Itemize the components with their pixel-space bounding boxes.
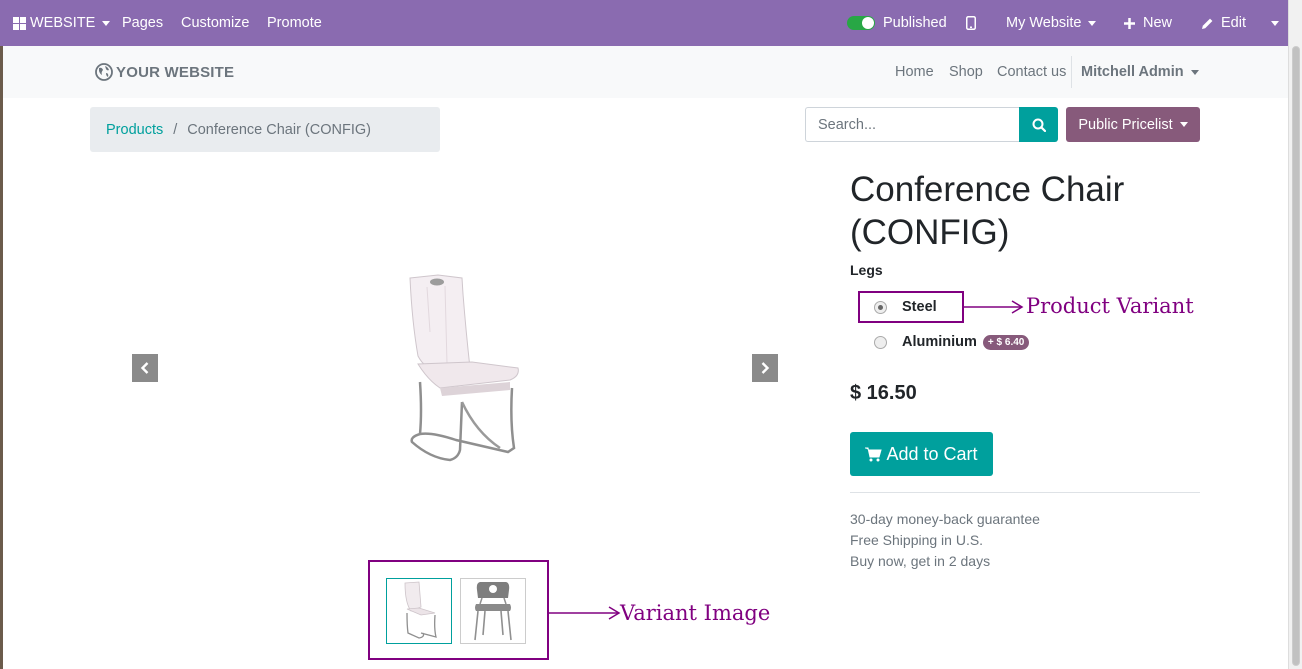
chevron-down-icon <box>1271 20 1279 26</box>
variant-thumbnails <box>368 560 549 660</box>
variant-option-steel[interactable]: Steel <box>874 297 937 317</box>
window-edge <box>0 0 3 669</box>
thumbnail-white-chair[interactable] <box>386 578 452 644</box>
breadcrumb-separator: / <box>173 121 178 138</box>
info-guarantee: 30-day money-back guarantee <box>850 511 1040 527</box>
chair-thumbnail-image <box>474 582 512 641</box>
chevron-down-icon <box>1190 69 1199 75</box>
attribute-label: Legs <box>850 262 883 278</box>
product-main-image <box>409 274 519 462</box>
nav-contact[interactable]: Contact us <box>997 46 1066 98</box>
more-menu[interactable] <box>1264 0 1279 46</box>
product-image-carousel <box>132 180 778 550</box>
search-input[interactable] <box>805 107 1020 142</box>
info-shipping: Free Shipping in U.S. <box>850 532 984 548</box>
chevron-right-icon <box>761 362 770 374</box>
logo-text: YOUR WEBSITE <box>116 63 235 81</box>
admin-topbar: WEBSITE Pages Customize Promote Publishe… <box>0 0 1288 46</box>
pages-menu[interactable]: Pages <box>122 0 163 46</box>
my-website-label: My Website <box>1006 15 1082 31</box>
add-to-cart-button[interactable]: Add to Cart <box>850 432 993 476</box>
new-label: New <box>1143 15 1173 31</box>
breadcrumb-products-link[interactable]: Products <box>106 122 163 138</box>
mobile-preview-button[interactable] <box>966 0 976 46</box>
website-menu-label: WEBSITE <box>30 15 96 31</box>
nav-divider <box>1071 56 1072 88</box>
divider <box>850 492 1200 493</box>
variant-option-label: Steel <box>902 299 937 315</box>
product-title-line-1: Conference Chair <box>850 170 1125 209</box>
product-price: $ 16.50 <box>850 382 917 404</box>
promote-menu[interactable]: Promote <box>267 0 322 46</box>
my-website-menu[interactable]: My Website <box>1006 0 1097 46</box>
user-name: Mitchell Admin <box>1081 64 1184 80</box>
plus-icon <box>1124 17 1135 29</box>
chevron-down-icon <box>1179 122 1188 127</box>
cart-icon <box>865 447 883 461</box>
carousel-prev-button[interactable] <box>132 354 158 382</box>
breadcrumb: Products / Conference Chair (CONFIG) <box>90 107 440 152</box>
pencil-icon <box>1202 18 1213 29</box>
search-button[interactable] <box>1019 107 1058 142</box>
nav-home[interactable]: Home <box>895 46 934 98</box>
annotation-product-variant: Product Variant <box>1026 294 1194 318</box>
radio-checked[interactable] <box>874 300 887 314</box>
edit-button[interactable]: Edit <box>1201 0 1246 46</box>
pricelist-dropdown[interactable]: Public Pricelist <box>1066 107 1200 142</box>
mobile-icon <box>966 16 976 30</box>
radio-unchecked[interactable] <box>874 335 887 349</box>
site-logo[interactable]: YOUR WEBSITE <box>95 46 234 98</box>
add-to-cart-label: Add to Cart <box>886 443 978 464</box>
chevron-down-icon <box>102 20 111 26</box>
breadcrumb-current: Conference Chair (CONFIG) <box>187 121 371 138</box>
pricelist-label: Public Pricelist <box>1078 116 1173 133</box>
search-icon <box>1032 118 1046 132</box>
published-toggle[interactable]: Published <box>847 0 947 46</box>
variant-option-label: Aluminium <box>902 334 977 350</box>
product-title-line-2: (CONFIG) <box>850 213 1010 252</box>
carousel-next-button[interactable] <box>752 354 778 382</box>
price-extra-badge: + $ 6.40 <box>982 334 1030 350</box>
globe-icon <box>95 63 113 81</box>
scrollbar-thumb[interactable] <box>1292 46 1300 666</box>
toggle-switch <box>847 16 875 30</box>
website-menu[interactable]: WEBSITE <box>13 0 111 46</box>
edit-label: Edit <box>1221 15 1246 31</box>
chevron-down-icon <box>1088 20 1097 26</box>
published-label: Published <box>883 15 947 31</box>
chevron-left-icon <box>140 362 149 374</box>
info-delivery: Buy now, get in 2 days <box>850 553 991 569</box>
variant-option-aluminium[interactable]: Aluminium + $ 6.40 <box>874 332 1030 352</box>
annotation-arrow <box>964 300 1024 314</box>
apps-icon <box>13 16 26 30</box>
chair-thumbnail-image <box>404 581 437 639</box>
product-title: Conference Chair (CONFIG) <box>850 168 1210 254</box>
site-header: YOUR WEBSITE Home Shop Contact us Mitche… <box>3 46 1288 98</box>
user-menu[interactable]: Mitchell Admin <box>1081 46 1199 98</box>
annotation-variant-image: Variant Image <box>620 601 771 625</box>
customize-menu[interactable]: Customize <box>181 0 250 46</box>
page-scrollbar[interactable] <box>1288 0 1302 669</box>
thumbnail-grey-chair[interactable] <box>460 578 526 644</box>
new-button[interactable]: New <box>1124 0 1172 46</box>
annotation-arrow <box>549 606 621 620</box>
nav-shop[interactable]: Shop <box>949 46 983 98</box>
